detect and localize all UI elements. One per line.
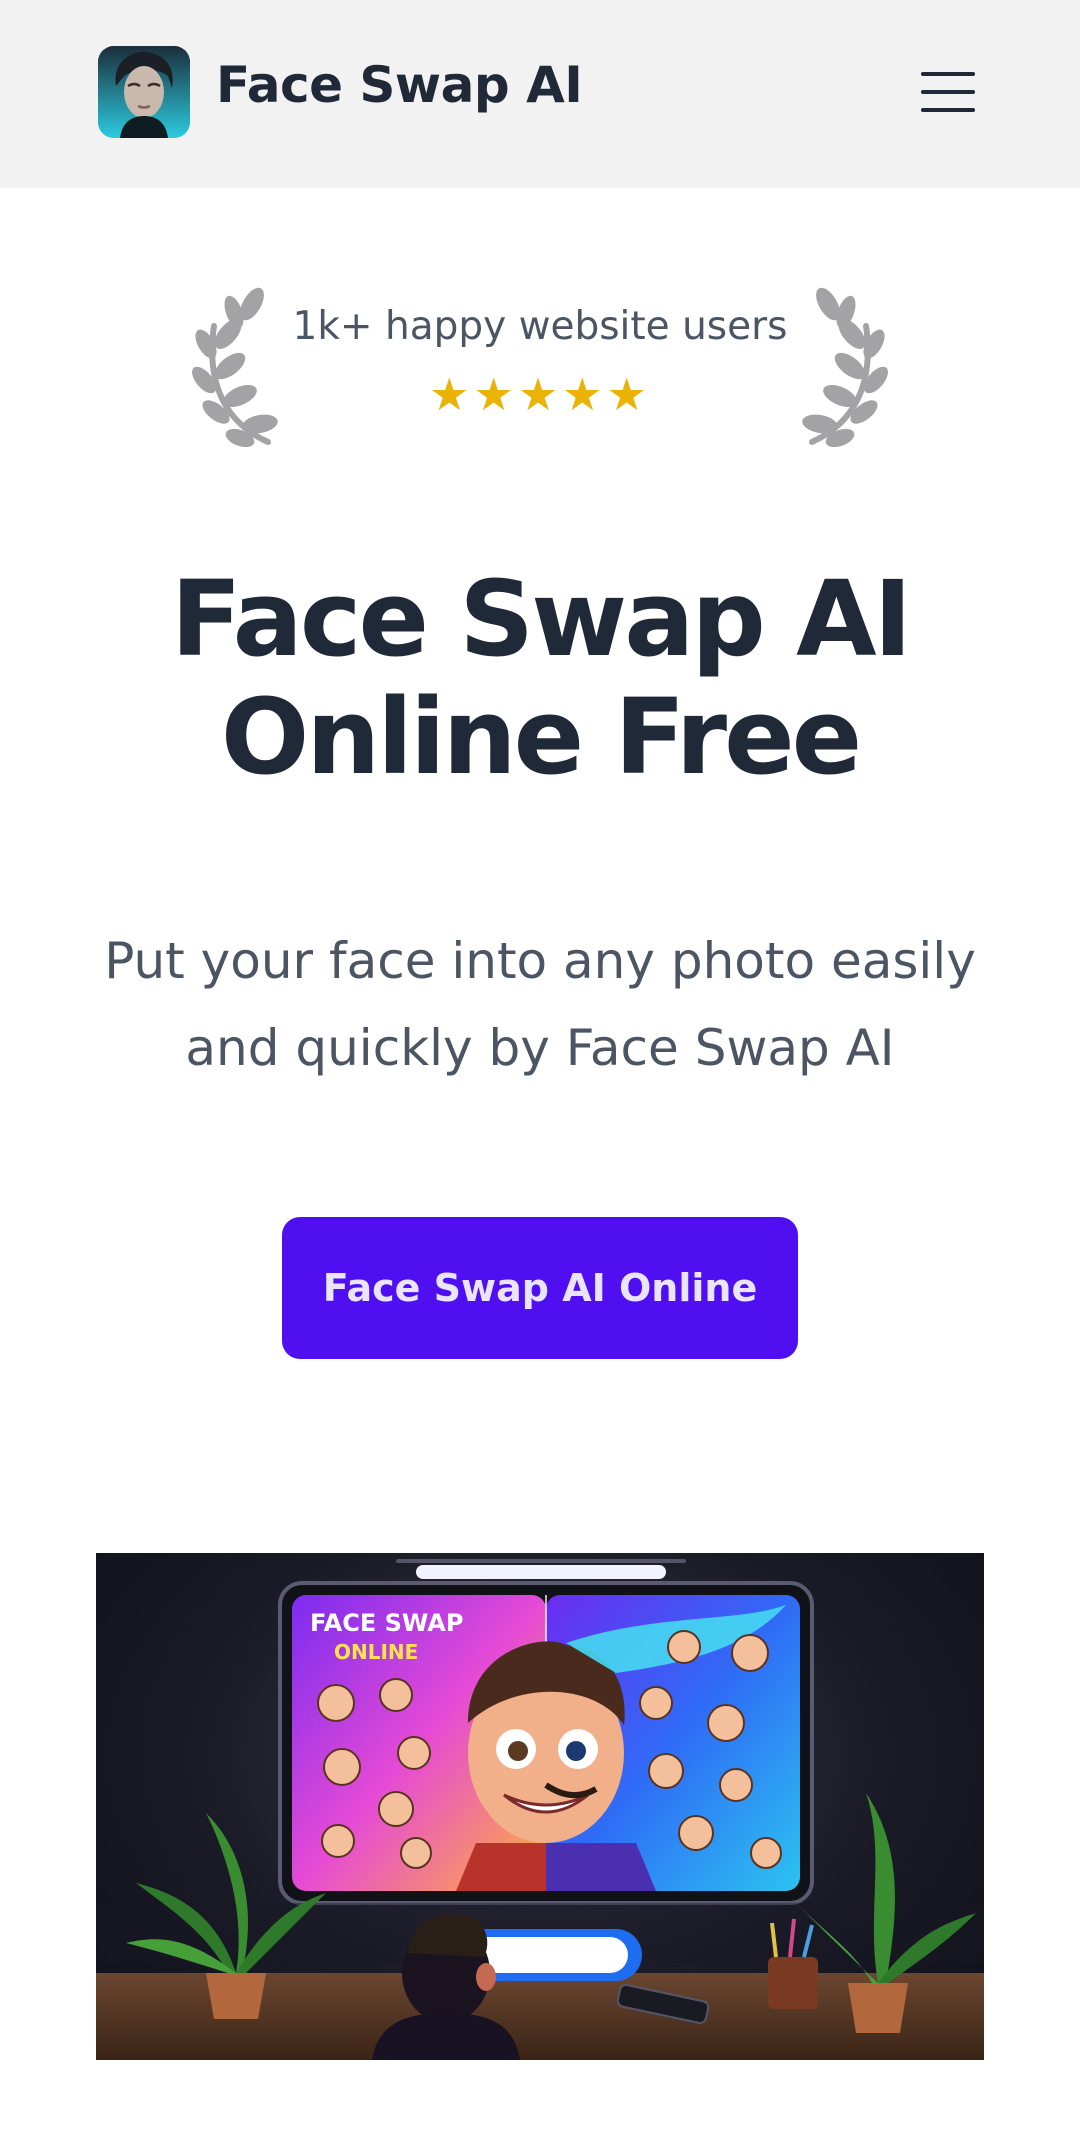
hero-illustration: FACE SWAP ONLINE	[96, 1553, 984, 2060]
face-swap-online-button[interactable]: Face Swap AI Online	[282, 1217, 798, 1359]
page-title-line-2: Online Free	[220, 676, 862, 798]
site-header: Face Swap AI	[0, 0, 1080, 188]
users-rating-badge: 1k+ happy website users ★★★★★	[190, 272, 890, 452]
laurel-right-icon	[802, 287, 888, 447]
happy-users-text: 1k+ happy website users	[292, 304, 788, 349]
screen-title-line-2: ONLINE	[334, 1640, 418, 1664]
face-portrait-icon	[98, 46, 190, 138]
logo-icon[interactable]	[98, 46, 190, 138]
screen-title-line-1: FACE SWAP	[310, 1609, 463, 1637]
page-title-line-1: Face Swap AI	[170, 558, 913, 680]
page-title: Face Swap AI Online Free	[0, 560, 1080, 796]
face-swap-scene-image: FACE SWAP ONLINE	[96, 1559, 984, 2060]
hero-subtitle: Put your face into any photo easily and …	[104, 932, 976, 1077]
site-brand-name[interactable]: Face Swap AI	[216, 56, 583, 114]
hamburger-menu-icon[interactable]	[918, 70, 978, 114]
five-star-rating: ★★★★★	[429, 368, 651, 421]
